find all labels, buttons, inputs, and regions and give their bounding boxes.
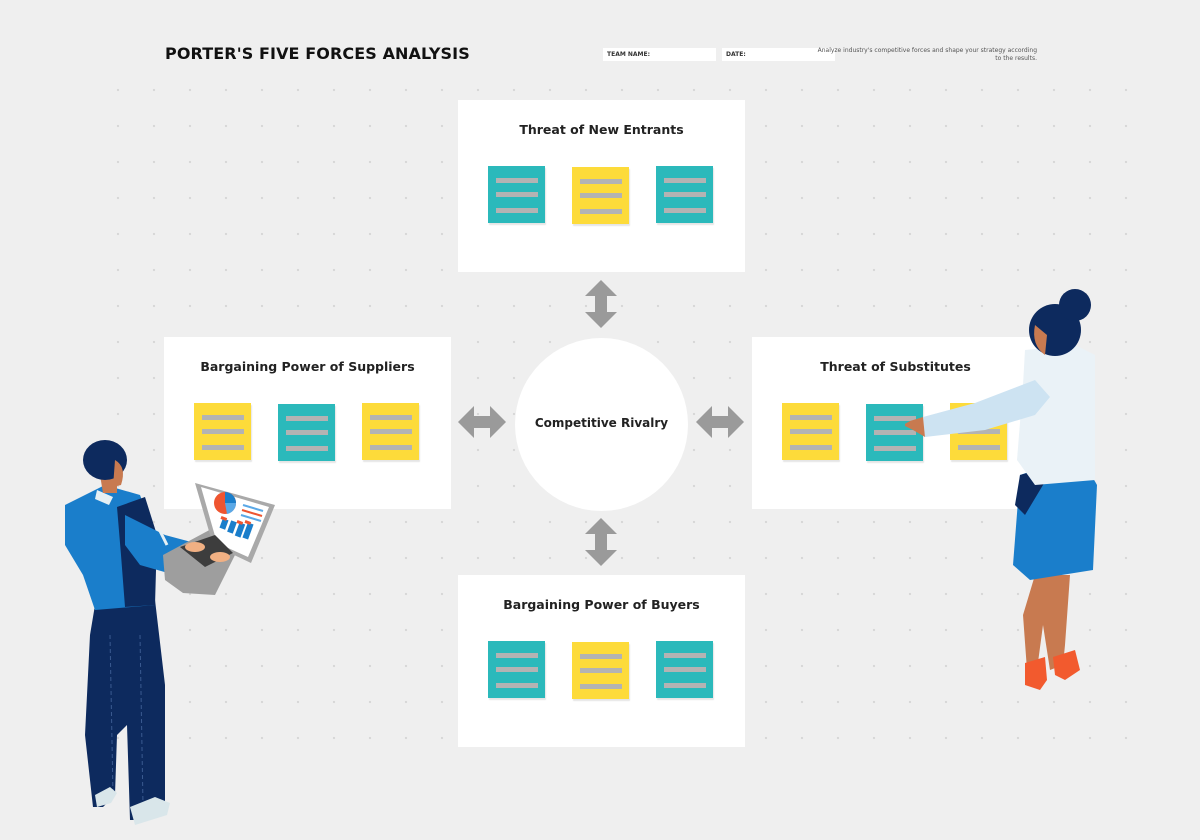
sticky-note-teal[interactable] [488,166,545,223]
note-text-line [496,653,538,658]
sticky-note-teal[interactable] [656,166,713,223]
note-text-line [496,192,538,197]
note-text-line [790,429,832,434]
team-name-field[interactable]: TEAM NAME: [603,48,716,61]
double-arrow-vertical-top-icon [585,280,617,328]
note-text-line [370,445,412,450]
note-text-line [370,429,412,434]
note-text-line [496,178,538,183]
note-text-line [580,668,622,673]
note-text-line [580,209,622,214]
note-text-line [496,667,538,672]
card-bargaining-power-of-buyers[interactable]: Bargaining Power of Buyers [458,575,745,747]
sticky-notes [458,641,745,703]
sticky-notes [458,166,745,228]
note-text-line [580,193,622,198]
note-text-line [580,654,622,659]
date-label: DATE: [726,51,746,58]
sticky-note-yellow[interactable] [782,403,839,460]
note-text-line [496,683,538,688]
card-threat-of-new-entrants[interactable]: Threat of New Entrants [458,100,745,272]
note-text-line [664,178,706,183]
sticky-note-teal[interactable] [488,641,545,698]
card-title: Threat of New Entrants [519,122,684,137]
note-text-line [580,684,622,689]
note-text-line [496,208,538,213]
note-text-line [790,445,832,450]
competitive-rivalry-circle[interactable]: Competitive Rivalry [515,338,688,511]
sticky-note-teal[interactable] [656,641,713,698]
note-text-line [664,208,706,213]
note-text-line [664,667,706,672]
note-text-line [790,415,832,420]
woman-pointing-illustration [905,289,1097,690]
note-text-line [370,415,412,420]
team-name-label: TEAM NAME: [607,51,651,58]
card-title: Bargaining Power of Suppliers [200,359,415,374]
description-text: Analyze industry's competitive forces an… [817,47,1037,62]
sticky-note-yellow[interactable] [572,167,629,224]
center-title: Competitive Rivalry [534,416,669,430]
note-text-line [202,429,244,434]
note-text-line [286,416,328,421]
note-text-line [664,683,706,688]
page-title: PORTER'S FIVE FORCES ANALYSIS [165,44,470,63]
double-arrow-horizontal-right-icon [696,406,744,438]
note-text-line [664,192,706,197]
note-text-line [202,415,244,420]
double-arrow-horizontal-left-icon [458,406,506,438]
double-arrow-vertical-bottom-icon [585,518,617,566]
note-text-line [664,653,706,658]
card-title: Bargaining Power of Buyers [503,597,700,612]
sticky-note-yellow[interactable] [572,642,629,699]
note-text-line [580,179,622,184]
sticky-note-yellow[interactable] [362,403,419,460]
man-with-laptop-illustration [65,440,275,825]
